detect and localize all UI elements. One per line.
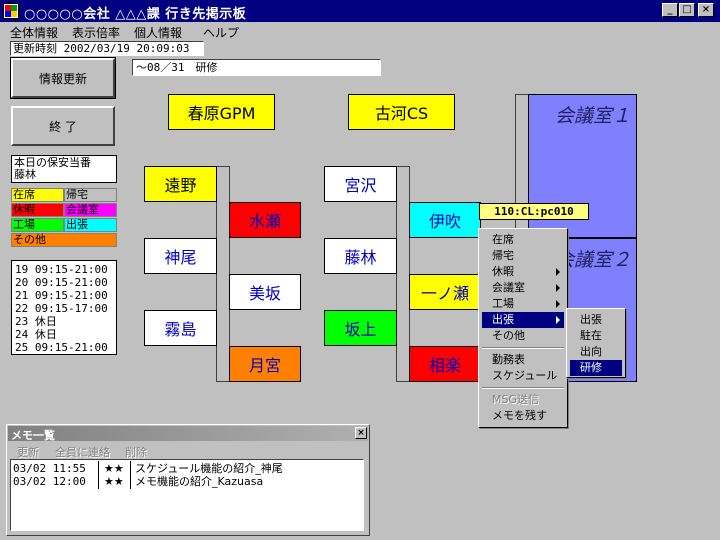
menu-personal-info[interactable]: 個人情報 (134, 24, 182, 41)
memo-title-bar[interactable]: メモ一覧 × (8, 426, 368, 442)
ctx-present[interactable]: 在席 (482, 232, 564, 248)
legend-business-trip: 出張 (64, 218, 117, 232)
submenu-arrow-icon (556, 316, 560, 324)
legend-other: その他 (11, 233, 117, 247)
board-post-1 (216, 166, 230, 382)
close-button[interactable]: × (698, 3, 714, 17)
legend-factory: 工場 (11, 218, 64, 232)
board-post-2 (396, 166, 410, 382)
person-kamio[interactable]: 神尾 (144, 238, 217, 274)
person-miyazawa[interactable]: 宮沢 (324, 166, 397, 202)
memo-time: 03/02 11:55 (13, 462, 86, 475)
person-ibuki[interactable]: 伊吹 (409, 202, 481, 238)
status-legend: 在席 帰宅 休暇 会議室 工場 出張 その他 (11, 188, 117, 252)
ctx-work-table[interactable]: 勤務表 (482, 352, 564, 368)
memo-list: 03/02 11:55 ★★ スケジュール機能の紹介_神尾 03/02 12:0… (10, 459, 364, 531)
status-field[interactable]: ～08／31 研修 (132, 59, 381, 76)
legend-gone-home: 帰宅 (64, 188, 117, 202)
menu-help[interactable]: ヘルプ (203, 24, 239, 41)
ctx-meeting-room[interactable]: 会議室 (482, 280, 564, 296)
update-time: 更新時刻 2002/03/19 20:09:03 (10, 41, 204, 56)
person-tono[interactable]: 遠野 (144, 166, 217, 202)
person-kirishima[interactable]: 霧島 (144, 310, 217, 346)
exit-button[interactable]: 終 了 (11, 106, 115, 146)
memo-text: メモ機能の紹介_Kazuasa (135, 475, 264, 488)
maximize-button[interactable]: □ (679, 3, 695, 17)
memo-text: スケジュール機能の紹介_神尾 (135, 462, 283, 475)
person-misaka[interactable]: 美坂 (229, 274, 301, 310)
ctx-vacation[interactable]: 休暇 (482, 264, 564, 280)
ctx-business-trip-label: 出張 (492, 313, 514, 326)
menu-zoom[interactable]: 表示倍率 (72, 24, 120, 41)
memo-notify-all-button[interactable]: 全員に連絡 (55, 444, 110, 460)
menu-overall-info[interactable]: 全体情報 (10, 24, 58, 41)
title-bar[interactable]: ○○○○○会社 △△△課 行き先掲示板 _ □ × (0, 0, 720, 22)
column-divider (130, 474, 131, 489)
refresh-button[interactable]: 情報更新 (10, 57, 116, 99)
memo-refresh-button[interactable]: 更新 (17, 444, 39, 460)
ctx-business-trip[interactable]: 出張 (482, 312, 564, 328)
memo-mark: ★★ (104, 462, 124, 475)
memo-delete-button[interactable]: 削除 (125, 444, 147, 460)
trip-submenu: 出張 駐在 出向 研修 (566, 308, 626, 378)
schedule-row: 21 09:15-21:00 (15, 289, 108, 302)
submenu-arrow-icon (556, 268, 560, 276)
duty-name: 藤林 (14, 168, 36, 181)
submenu-arrow-icon (556, 284, 560, 292)
schedule-row: 24 休日 (15, 328, 57, 341)
person-sagara[interactable]: 相楽 (409, 346, 481, 382)
context-menu: 在席 帰宅 休暇 会議室 工場 出張 その他 勤務表 スケジュール MSG送信 … (478, 228, 568, 428)
ctx-separator (482, 387, 564, 389)
list-item[interactable]: 03/02 12:00 ★★ メモ機能の紹介_Kazuasa (13, 474, 361, 489)
schedule-row: 23 休日 (15, 315, 57, 328)
submenu-training[interactable]: 研修 (570, 360, 622, 376)
ctx-vacation-label: 休暇 (492, 265, 514, 278)
person-fujibayashi[interactable]: 藤林 (324, 238, 397, 274)
memo-window: メモ一覧 × 更新 全員に連絡 削除 03/02 11:55 ★★ スケジュール… (6, 424, 370, 536)
ctx-leave-memo[interactable]: メモを残す (482, 408, 564, 424)
schedule-row: 25 09:15-21:00 (15, 341, 108, 354)
ctx-gone-home[interactable]: 帰宅 (482, 248, 564, 264)
pc-tooltip: 110:CL:pc010 (479, 203, 589, 220)
submenu-business-trip[interactable]: 出張 (570, 312, 622, 328)
memo-title: メモ一覧 (11, 429, 55, 442)
menu-bar: 全体情報 表示倍率 個人情報 ヘルプ (0, 22, 720, 40)
person-sunohara[interactable]: 春原GPM (168, 94, 275, 130)
memo-time: 03/02 12:00 (13, 475, 86, 488)
submenu-stationed[interactable]: 駐在 (570, 328, 622, 344)
person-minase[interactable]: 水瀬 (229, 202, 301, 238)
legend-present: 在席 (11, 188, 64, 202)
person-sakagami[interactable]: 坂上 (324, 310, 397, 346)
submenu-secondment[interactable]: 出向 (570, 344, 622, 360)
schedule-list: 19 09:15-21:00 20 09:15-21:00 21 09:15-2… (11, 260, 117, 355)
ctx-meeting-room-label: 会議室 (492, 281, 525, 294)
ctx-other[interactable]: その他 (482, 328, 564, 344)
memo-close-button[interactable]: × (355, 427, 367, 439)
person-tsukimiya[interactable]: 月宮 (229, 346, 301, 382)
ctx-separator (482, 347, 564, 349)
app-icon (3, 3, 19, 19)
schedule-row: 19 09:15-21:00 (15, 263, 108, 276)
person-furukawa[interactable]: 古河CS (348, 94, 455, 130)
legend-vacation: 休暇 (11, 203, 64, 217)
memo-mark: ★★ (104, 475, 124, 488)
duty-panel: 本日の保安当番 藤林 (11, 155, 117, 183)
schedule-row: 20 09:15-21:00 (15, 276, 108, 289)
ctx-factory[interactable]: 工場 (482, 296, 564, 312)
meeting-room-1-label: 会議室１ (554, 105, 631, 127)
schedule-row: 22 09:15-17:00 (15, 302, 108, 315)
ctx-factory-label: 工場 (492, 297, 514, 310)
window-title: ○○○○○会社 △△△課 行き先掲示板 (24, 7, 247, 22)
ctx-send-msg: MSG送信 (492, 393, 539, 406)
legend-meeting-room: 会議室 (64, 203, 117, 217)
list-item[interactable]: 03/02 11:55 ★★ スケジュール機能の紹介_神尾 (13, 461, 361, 476)
column-divider (98, 474, 99, 489)
person-ichinose[interactable]: 一ノ瀬 (409, 274, 481, 310)
minimize-button[interactable]: _ (662, 3, 678, 17)
submenu-arrow-icon (556, 300, 560, 308)
ctx-schedule[interactable]: スケジュール (482, 368, 564, 384)
